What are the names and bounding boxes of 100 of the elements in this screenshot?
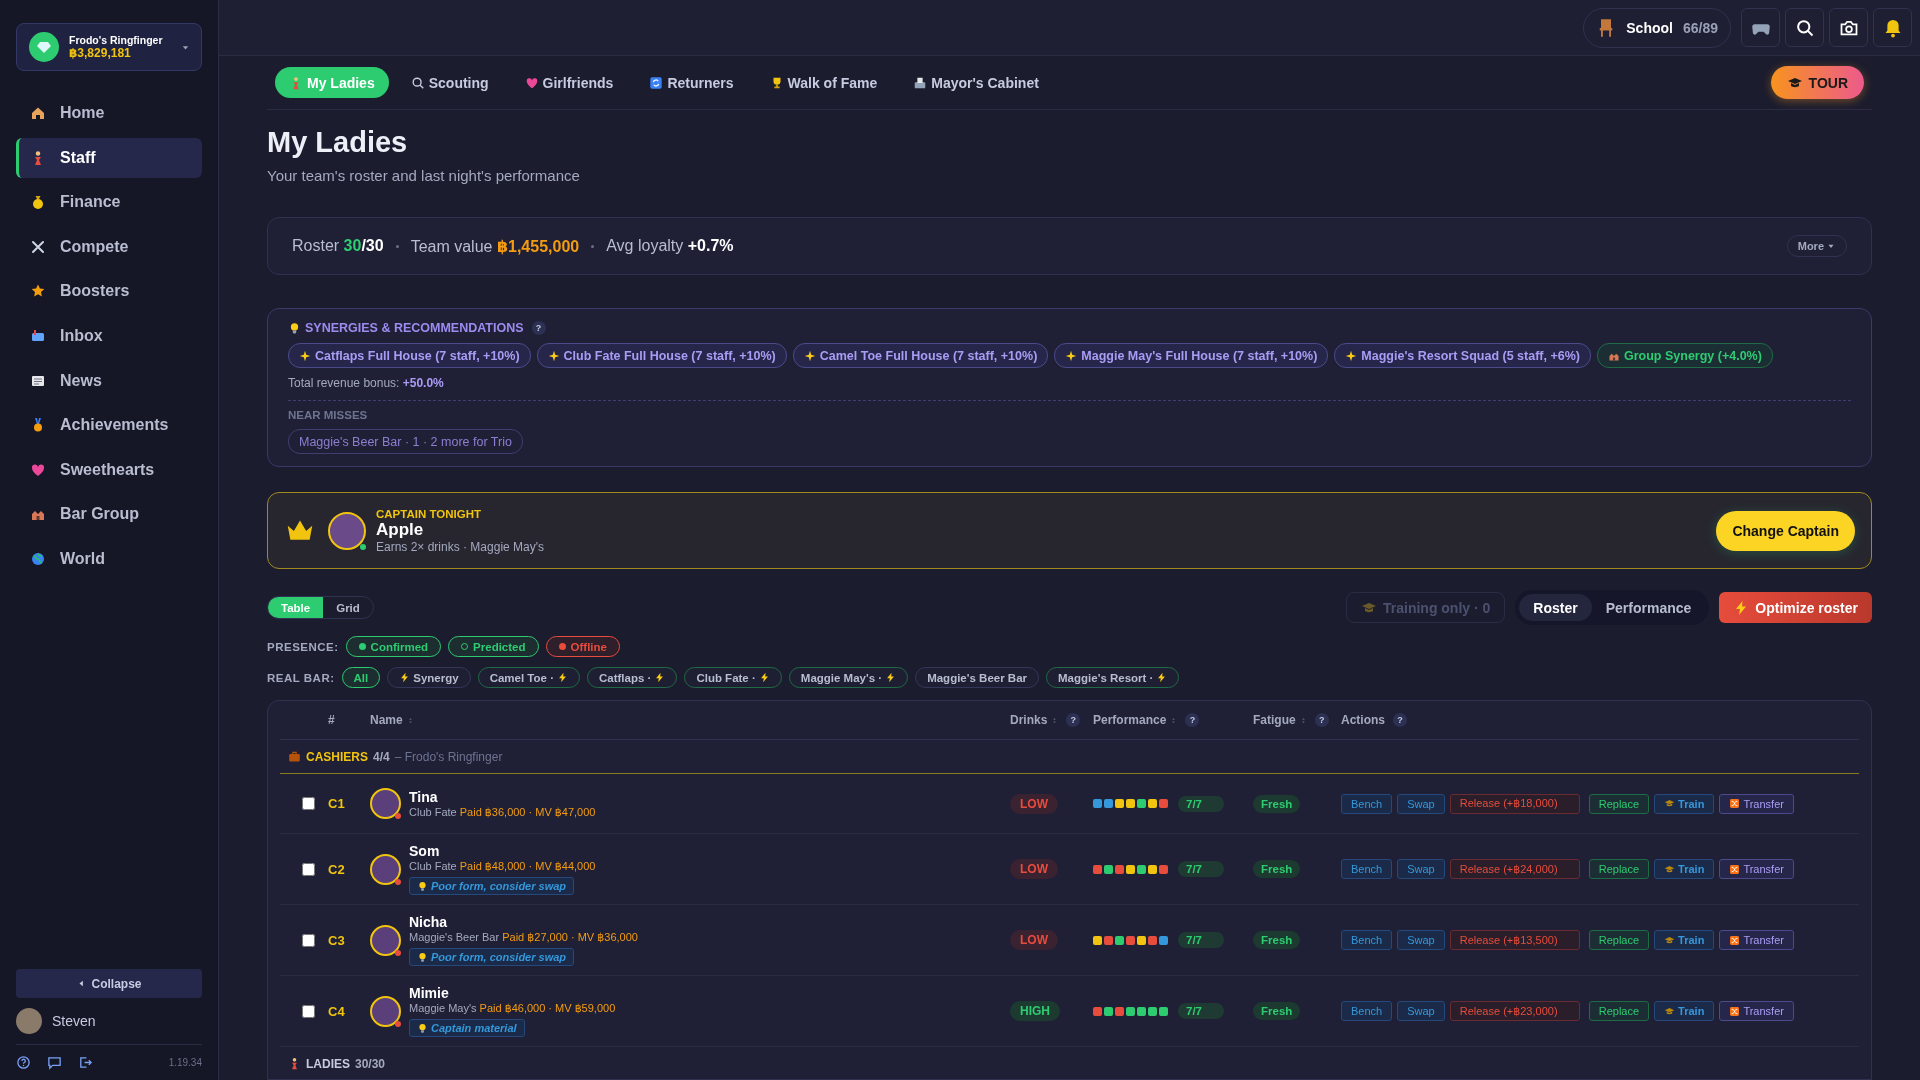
- transfer-button[interactable]: Transfer: [1719, 1001, 1794, 1021]
- sidebar-item[interactable]: Boosters: [16, 271, 202, 312]
- replace-button[interactable]: Replace: [1588, 793, 1650, 814]
- transfer-button[interactable]: Transfer: [1719, 793, 1794, 814]
- presence-filter-chip[interactable]: Confirmed: [345, 636, 442, 657]
- account-switcher[interactable]: Frodo's Ringfinger ฿3,829,181: [16, 23, 202, 71]
- briefcase-icon: [288, 750, 301, 763]
- tip-badge: Captain material: [409, 1019, 525, 1037]
- group-title: LADIES: [306, 1056, 350, 1071]
- help-badge[interactable]: ?: [1314, 713, 1329, 727]
- swap-button[interactable]: Swap: [1397, 1001, 1445, 1021]
- release-button[interactable]: Release (+฿18,000): [1449, 793, 1580, 814]
- presence-filter-chip[interactable]: Predicted: [448, 636, 539, 657]
- transfer-button[interactable]: Transfer: [1719, 859, 1794, 879]
- release-button[interactable]: Release (+฿13,500): [1449, 930, 1580, 950]
- release-button[interactable]: Release (+฿24,000): [1449, 859, 1580, 879]
- train-button[interactable]: Train: [1654, 859, 1715, 879]
- tour-button[interactable]: TOUR: [1770, 66, 1864, 99]
- bar-filter-chip[interactable]: Maggie's Beer Bar: [915, 667, 1040, 688]
- sort-icon: [1170, 715, 1178, 725]
- sidebar-item[interactable]: News: [16, 360, 202, 401]
- staff-name[interactable]: Som: [409, 843, 440, 859]
- logout-button[interactable]: [78, 1055, 93, 1070]
- optimize-roster-button[interactable]: Optimize roster: [1719, 592, 1872, 623]
- sidebar-item[interactable]: Finance: [16, 182, 202, 223]
- sidebar-item[interactable]: World: [16, 538, 202, 579]
- train-button[interactable]: Train: [1654, 1001, 1715, 1021]
- bench-button[interactable]: Bench: [1341, 930, 1393, 950]
- replace-button[interactable]: Replace: [1588, 859, 1650, 879]
- pay-info: Paid ฿27,000 · MV ฿36,000: [502, 931, 638, 943]
- chat-button[interactable]: [47, 1055, 62, 1070]
- help-badge[interactable]: ?: [1185, 713, 1200, 727]
- sidebar-item[interactable]: Bar Group: [16, 494, 202, 535]
- sidebar-item[interactable]: Inbox: [16, 315, 202, 356]
- row-checkbox[interactable]: [301, 933, 315, 947]
- slot-label: C1: [328, 796, 345, 811]
- sidebar-item[interactable]: Sweethearts: [16, 449, 202, 490]
- tab[interactable]: Walk of Fame: [755, 67, 892, 98]
- sidebar-item[interactable]: Achievements: [16, 405, 202, 446]
- bar-filter-chip[interactable]: All: [341, 667, 381, 688]
- tab[interactable]: Returners: [635, 67, 748, 98]
- fatigue-badge: Fresh: [1253, 1002, 1301, 1020]
- help-button[interactable]: [16, 1055, 31, 1070]
- sidebar-item[interactable]: Home: [16, 93, 202, 133]
- bench-button[interactable]: Bench: [1341, 1001, 1393, 1021]
- staff-name[interactable]: Mimie: [409, 985, 449, 1001]
- avatar-circle: [370, 924, 401, 956]
- row-checkbox[interactable]: [301, 862, 315, 876]
- collapse-button[interactable]: Collapse: [16, 969, 202, 998]
- swap-button[interactable]: Swap: [1397, 930, 1445, 950]
- camera-button[interactable]: [1829, 8, 1868, 47]
- bar-filter-chip[interactable]: Club Fate ·: [684, 667, 782, 688]
- staff-name[interactable]: Nicha: [409, 914, 448, 930]
- swap-button[interactable]: Swap: [1397, 859, 1445, 879]
- staff-name[interactable]: Tina: [409, 788, 438, 805]
- notifications-button[interactable]: [1873, 8, 1912, 47]
- bench-button[interactable]: Bench: [1341, 859, 1393, 879]
- user-name: Steven: [52, 1013, 96, 1029]
- presence-filter-chip[interactable]: Offline: [545, 636, 620, 657]
- change-captain-button[interactable]: Change Captain: [1716, 510, 1855, 551]
- bench-button[interactable]: Bench: [1341, 793, 1393, 814]
- tab[interactable]: Mayor's Cabinet: [899, 67, 1053, 98]
- row-checkbox[interactable]: [301, 1004, 315, 1018]
- column-header[interactable]: Performance: [1093, 713, 1178, 727]
- row-checkbox[interactable]: [301, 797, 315, 810]
- replace-button[interactable]: Replace: [1588, 1001, 1650, 1021]
- bulb-icon: [417, 1022, 428, 1034]
- gamepad-button[interactable]: [1741, 8, 1780, 47]
- drinks-badge: LOW: [1010, 859, 1058, 879]
- mode-toggle-option[interactable]: Performance: [1591, 594, 1706, 621]
- help-badge[interactable]: ?: [1066, 713, 1081, 727]
- bar-filter-chip[interactable]: Catflaps ·: [586, 667, 678, 688]
- transfer-button[interactable]: Transfer: [1719, 930, 1794, 950]
- train-button[interactable]: Train: [1654, 793, 1715, 814]
- release-button[interactable]: Release (+฿23,000): [1449, 1001, 1580, 1021]
- bar-filter-chip[interactable]: Camel Toe ·: [477, 667, 580, 688]
- tab[interactable]: Scouting: [396, 67, 503, 98]
- help-badge[interactable]: ?: [1393, 713, 1407, 727]
- logout-icon: [78, 1055, 93, 1070]
- pay-info: Paid ฿46,000 · MV ฿59,000: [479, 1002, 616, 1014]
- help-badge[interactable]: ?: [531, 321, 546, 335]
- column-header[interactable]: Name: [370, 713, 414, 727]
- train-button[interactable]: Train: [1654, 930, 1715, 950]
- bar-filter-chip[interactable]: Synergy: [387, 667, 471, 688]
- replace-button[interactable]: Replace: [1588, 930, 1650, 950]
- column-header[interactable]: Drinks: [1010, 713, 1059, 727]
- sidebar-item[interactable]: Staff: [16, 137, 202, 178]
- tab[interactable]: Girlfriends: [510, 67, 628, 98]
- swap-button[interactable]: Swap: [1397, 793, 1445, 814]
- sidebar-item[interactable]: Compete: [16, 226, 202, 267]
- mode-toggle-option[interactable]: Roster: [1519, 594, 1592, 621]
- bar-filter-chip[interactable]: Maggie's Resort ·: [1046, 667, 1180, 688]
- sort-icon: [1051, 715, 1059, 725]
- bar-filter-chip[interactable]: Maggie May's ·: [788, 667, 909, 688]
- view-toggle-option[interactable]: Grid: [323, 597, 373, 618]
- score-badge: 7/7: [1178, 861, 1224, 877]
- revenue-bonus: Total revenue bonus: +50.0%: [288, 376, 445, 390]
- search-button[interactable]: [1785, 8, 1824, 47]
- column-header[interactable]: Fatigue: [1253, 713, 1307, 727]
- heart-icon: [524, 75, 539, 90]
